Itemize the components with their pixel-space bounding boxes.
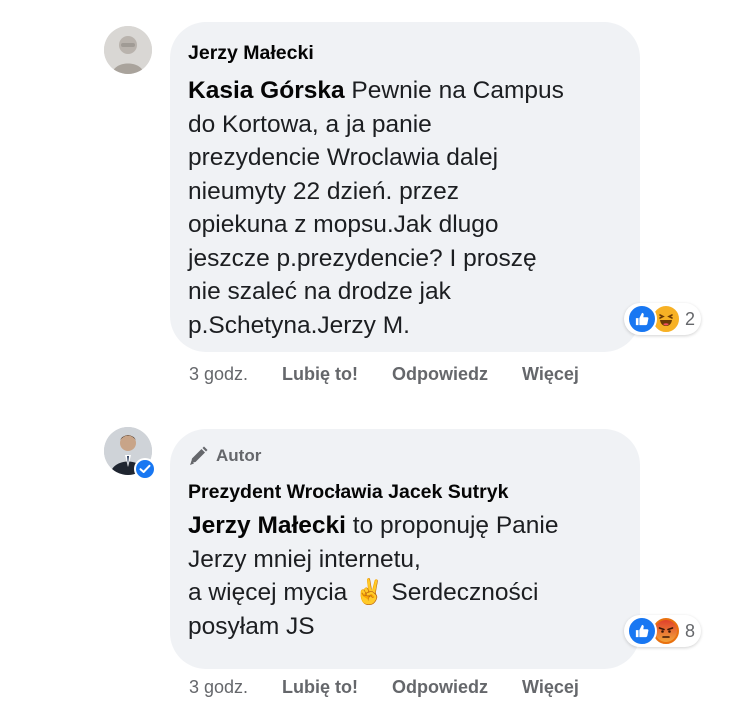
- comment-text-line: posyłam JS: [188, 612, 315, 640]
- author-badge: Autor: [188, 445, 622, 467]
- reaction-count: 2: [685, 308, 696, 329]
- comment-text: Jerzy Małecki to proponuję Panie Jerzy m…: [188, 509, 622, 643]
- reply-button[interactable]: Odpowiedz: [392, 677, 488, 698]
- comment-text-line: nieumyty 22 dzień. przez: [188, 177, 459, 205]
- comment-thread: Jerzy Małecki Kasia Górska Pewnie na Cam…: [0, 0, 734, 720]
- reply-button[interactable]: Odpowiedz: [392, 364, 488, 385]
- comment-timestamp[interactable]: 3 godz.: [189, 364, 248, 385]
- reaction-count: 8: [685, 620, 696, 641]
- comment-text-line: p.Schetyna.Jerzy M.: [188, 311, 410, 339]
- pencil-icon: [188, 446, 210, 466]
- like-icon: [627, 304, 657, 334]
- reactions-summary[interactable]: 2: [624, 303, 702, 335]
- comment-actions: 3 godz. Lubię to! Odpowiedz Więcej: [189, 677, 579, 698]
- comment-text-line: nie szaleć na drodze jak: [188, 278, 451, 305]
- comment-text-line: opiekuna z mopsu.Jak dlugo: [188, 211, 499, 238]
- like-button[interactable]: Lubię to!: [282, 677, 358, 698]
- verified-badge-icon: [134, 458, 156, 480]
- comment-text-line: a więcej mycia ✌️ Serdeczności: [188, 579, 539, 606]
- comment-text-line: Pewnie na Campus: [344, 77, 564, 104]
- more-button[interactable]: Więcej: [522, 677, 579, 698]
- avatar[interactable]: [104, 26, 152, 74]
- comment-author[interactable]: Prezydent Wrocławia Jacek Sutryk: [188, 479, 622, 505]
- more-button[interactable]: Więcej: [522, 364, 579, 385]
- comment-author[interactable]: Jerzy Małecki: [188, 40, 622, 66]
- mention-link[interactable]: Jerzy Małecki: [188, 512, 346, 539]
- reactions-summary[interactable]: 8: [624, 615, 702, 647]
- like-icon: [627, 616, 657, 646]
- avatar-photo: [104, 26, 152, 74]
- comment-text-line: to proponuję Panie: [346, 512, 559, 539]
- comment-bubble: Autor Prezydent Wrocławia Jacek Sutryk J…: [170, 429, 640, 669]
- like-button[interactable]: Lubię to!: [282, 364, 358, 385]
- comment-actions: 3 godz. Lubię to! Odpowiedz Więcej: [189, 364, 579, 385]
- comment-text-line: do Kortowa, a ja panie: [188, 110, 432, 138]
- comment-text-line: jeszcze p.prezydencie? I proszę: [188, 244, 537, 272]
- comment-text-line: Jerzy mniej internetu,: [188, 545, 421, 573]
- comment-bubble: Jerzy Małecki Kasia Górska Pewnie na Cam…: [170, 22, 640, 352]
- mention-link[interactable]: Kasia Górska: [188, 77, 345, 104]
- comment-timestamp[interactable]: 3 godz.: [189, 677, 248, 698]
- author-badge-label: Autor: [216, 446, 262, 465]
- comment-text: Kasia Górska Pewnie na Campus do Kortowa…: [188, 74, 622, 342]
- comment-text-line: prezydencie Wroclawia dalej: [188, 144, 499, 171]
